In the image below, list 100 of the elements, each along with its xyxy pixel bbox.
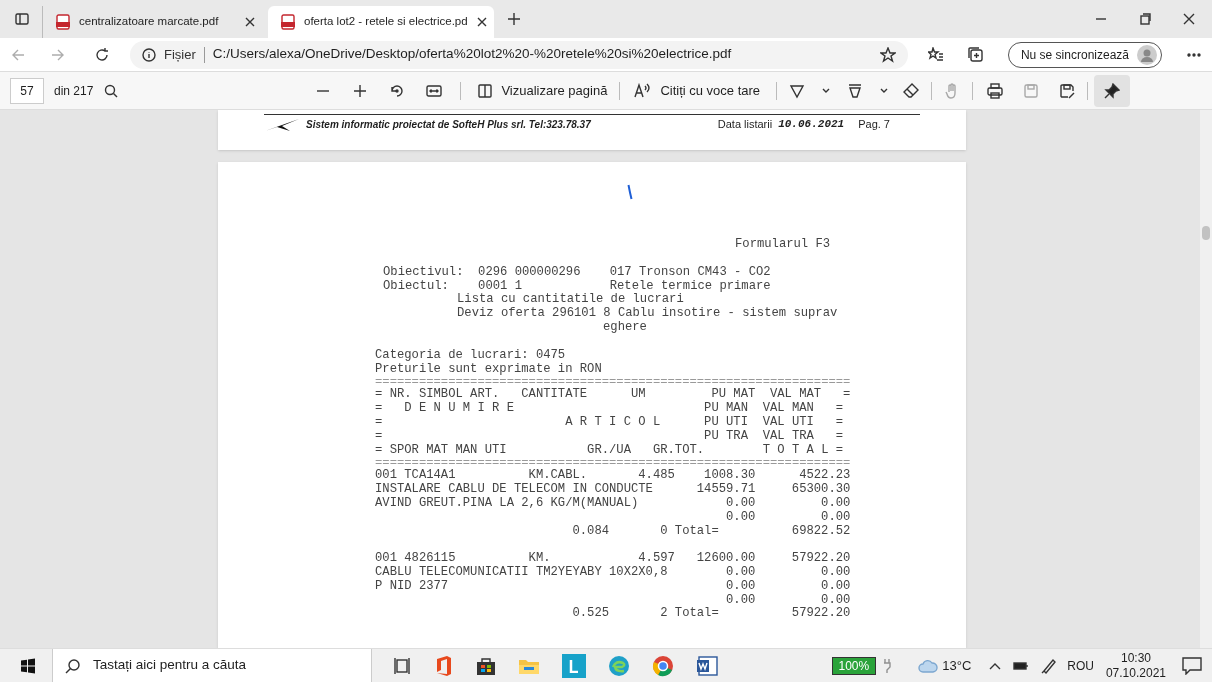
footer-date: 10.06.2021 xyxy=(778,117,845,133)
notifications-icon[interactable] xyxy=(1182,656,1202,675)
currency-note: Preturile sunt exprimate in RON xyxy=(375,362,602,377)
draw-icon[interactable] xyxy=(847,82,864,99)
item-description: AVIND GREUT.PINA LA 2,6 KG/M(MANUAL) xyxy=(375,496,639,511)
print-icon[interactable] xyxy=(987,82,1004,99)
close-icon[interactable] xyxy=(475,16,488,28)
pin-icon[interactable] xyxy=(1104,82,1121,99)
clock-time[interactable]: 10:30 xyxy=(1120,650,1151,666)
category-line: Categoria de lucrari: 0475 xyxy=(375,348,566,363)
windows-start-icon[interactable] xyxy=(20,657,36,674)
item-unit-price: 0.00 xyxy=(725,565,756,580)
table-header-line: = D E N U M I R E PU MAN VAL MAN = xyxy=(375,402,844,416)
edge-app-icon[interactable] xyxy=(608,654,630,677)
page-number-field[interactable]: 57 xyxy=(10,77,44,104)
battery-indicator: 100% xyxy=(831,656,877,675)
address-scheme-label: Fișier xyxy=(164,45,196,64)
item-weight-per-unit: 0.084 xyxy=(571,524,610,539)
avatar-icon xyxy=(1137,44,1157,65)
item-symbol: TCA14A1 xyxy=(404,469,456,483)
task-view-icon[interactable] xyxy=(394,656,412,675)
item-unit-price: 0.00 xyxy=(725,510,756,525)
refresh-icon[interactable] xyxy=(94,46,110,63)
scrollbar-thumb[interactable] xyxy=(1202,226,1210,240)
letter-l-icon xyxy=(569,658,579,673)
table-header-line: = NR. SIMBOL ART. CANTITATE UM PU MAT VAL MAT = xyxy=(375,388,851,402)
tab-actions-icon[interactable] xyxy=(14,11,30,27)
item-description: INSTALARE CABLU DE TELECOM IN CONDUCTE xyxy=(375,483,653,497)
read-aloud-icon xyxy=(634,82,653,99)
item-total: 69822.52 xyxy=(790,524,851,539)
book-icon xyxy=(477,82,494,99)
search-icon[interactable] xyxy=(103,82,120,99)
address-url: C:/Users/alexa/OneDrive/Desktop/oferta%20lot2%20-%20retele%20si%20electrice.pdf xyxy=(212,45,732,64)
store-app-icon[interactable] xyxy=(476,655,496,676)
item-description: P NID 2377 xyxy=(375,579,449,594)
address-field[interactable]: Fișier C:/Users/alexa/OneDrive/Desktop/oferta%20lot2%20-%20retele%20si%20electrice.pdf xyxy=(130,40,908,69)
list-title: Lista cu cantitatile de lucrari xyxy=(457,293,684,307)
table-header-line: = A R T I C O L PU UTI VAL UTI = xyxy=(375,415,844,430)
form-label: Formularul F3 xyxy=(735,238,831,252)
favorites-icon[interactable] xyxy=(927,46,944,63)
browser-tab[interactable]: oferta lot2 - retele si electrice.pd xyxy=(268,6,494,38)
weather-temperature[interactable]: 13°C xyxy=(942,655,972,676)
pdf-file-icon xyxy=(280,14,296,30)
separator-line: ================================================================= xyxy=(375,376,851,389)
tab-title: centralizatoare marcate.pdf xyxy=(79,14,220,30)
close-icon[interactable] xyxy=(244,16,256,28)
taskbar-search-field[interactable]: Tastați aici pentru a căuta xyxy=(52,648,372,682)
item-value: 0.00 xyxy=(820,593,851,607)
item-quantity: 4.597 xyxy=(637,552,675,566)
item-unit-price: 12600.00 xyxy=(695,552,756,566)
new-tab-icon[interactable] xyxy=(506,11,522,27)
item-unit-price: 14559.71 xyxy=(695,483,756,497)
item-unit-price: 0.00 xyxy=(725,496,756,511)
total-label: Total= xyxy=(674,607,719,622)
save-as-icon[interactable] xyxy=(1059,82,1076,99)
item-unit-price: 1008.30 xyxy=(703,469,756,483)
close-icon[interactable] xyxy=(1182,12,1196,26)
item-symbol: 4826115 xyxy=(404,552,456,566)
item-number: 001 xyxy=(375,552,397,566)
word-app-icon[interactable] xyxy=(696,654,718,677)
clock-date[interactable]: 07.10.2021 xyxy=(1105,665,1166,681)
battery-icon[interactable] xyxy=(1013,660,1030,671)
item-weight-per-unit: 0.525 xyxy=(571,607,610,622)
separator-line: ================================================================= xyxy=(375,457,851,470)
item-value: 57922.20 xyxy=(790,552,851,566)
zoom-in-icon[interactable] xyxy=(352,82,369,99)
footer-company-text: Sistem informatic proiectat de SofteH Plus srl. Tel:323.78.37 xyxy=(306,118,591,132)
ink-stroke-drawing xyxy=(627,184,633,200)
page-view-button[interactable]: Vizualizare pagină xyxy=(477,80,608,101)
item-value: 65300.30 xyxy=(790,483,851,497)
fit-width-icon[interactable] xyxy=(426,82,443,99)
objective-line: Obiectul: 0001 1 Retele termice primare xyxy=(383,279,771,293)
info-icon xyxy=(142,47,156,62)
item-value: 0.00 xyxy=(820,579,851,594)
letter-app-icon[interactable] xyxy=(562,653,586,678)
collections-icon[interactable] xyxy=(967,46,984,63)
total-label: Total= xyxy=(674,524,719,539)
tab-title: oferta lot2 - retele si electrice.pd xyxy=(304,14,468,30)
office-app-icon[interactable] xyxy=(434,654,454,677)
chrome-app-icon[interactable] xyxy=(652,654,674,677)
item-description: CABLU TELECOMUNICATII TM2YEYABY 10X2X0,8 xyxy=(375,565,668,580)
objective-line: Obiectivul: 0296 000000296 017 Tronson CM43 - CO2 xyxy=(383,265,771,280)
eraser-icon[interactable] xyxy=(903,82,920,99)
restore-icon[interactable] xyxy=(1138,12,1152,26)
item-quantity: 4.485 xyxy=(637,469,675,483)
search-icon xyxy=(65,657,81,674)
table-header-line: = SPOR MAT MAN UTI GR./UA GR.TOT. T O T A L = xyxy=(375,443,844,458)
language-indicator[interactable]: ROU xyxy=(1067,656,1094,675)
item-number: 001 xyxy=(375,469,397,483)
item-unit: KM.CABL. xyxy=(528,469,588,483)
rotate-icon[interactable] xyxy=(389,82,406,99)
item-unit-price: 0.00 xyxy=(725,579,756,594)
item-total: 57922.20 xyxy=(790,607,851,622)
estimate-line: eghere xyxy=(603,321,647,335)
pen-icon[interactable] xyxy=(1041,657,1058,674)
favorite-add-icon[interactable] xyxy=(879,46,896,63)
highlighter-icon[interactable] xyxy=(789,82,806,99)
pdf-file-icon xyxy=(55,14,71,30)
plug-icon xyxy=(882,657,893,674)
read-aloud-button[interactable]: Citiți cu voce tare xyxy=(634,80,761,101)
